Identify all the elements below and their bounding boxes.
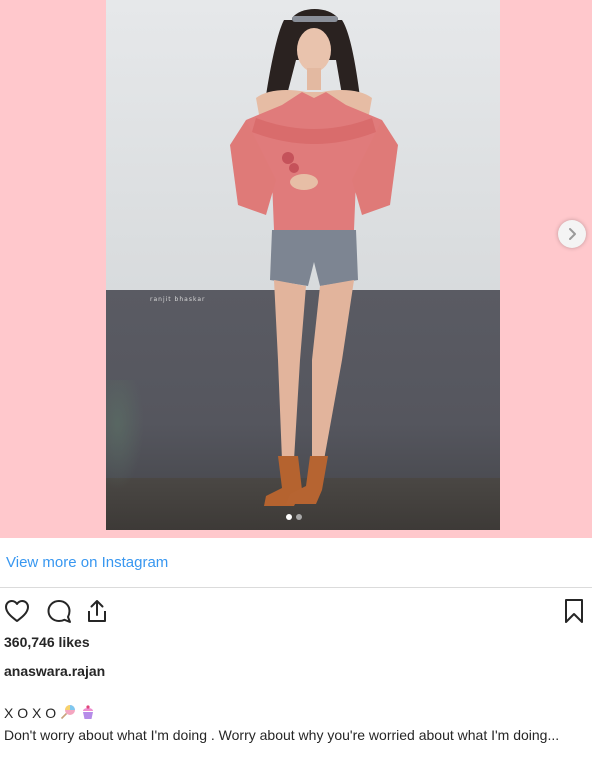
caption-body: Don't worry about what I'm doing . Worry… xyxy=(4,726,560,743)
carousel-next-button[interactable] xyxy=(558,220,586,248)
save-button[interactable] xyxy=(559,596,589,626)
carousel-indicator xyxy=(286,514,302,520)
chevron-right-icon xyxy=(569,228,576,240)
share-icon xyxy=(88,600,106,622)
photo-person xyxy=(230,9,398,506)
comment-icon xyxy=(47,600,71,623)
share-button[interactable] xyxy=(82,596,112,626)
caption-xoxo: X O X O xyxy=(4,705,57,721)
carousel-dot-active xyxy=(286,514,292,520)
caption-first-line: X O X O xyxy=(4,703,588,725)
likes-count[interactable]: 360,746 likes xyxy=(4,634,90,650)
cupcake-icon xyxy=(80,704,96,725)
like-button[interactable] xyxy=(2,596,32,626)
divider xyxy=(0,587,592,588)
post-media: ranjit bhaskar xyxy=(0,0,592,538)
post-username[interactable]: anaswara.rajan xyxy=(4,663,105,679)
comment-button[interactable] xyxy=(44,596,74,626)
post-photo[interactable]: ranjit bhaskar xyxy=(106,0,500,530)
carousel-dot xyxy=(296,514,302,520)
view-more-link[interactable]: View more on Instagram xyxy=(6,554,168,571)
lollipop-icon xyxy=(60,704,76,725)
heart-icon xyxy=(5,600,29,622)
post-caption: X O X O Don't worry about what I'm doing… xyxy=(4,703,588,745)
bookmark-icon xyxy=(565,599,583,623)
post-actions-bar xyxy=(0,596,592,626)
